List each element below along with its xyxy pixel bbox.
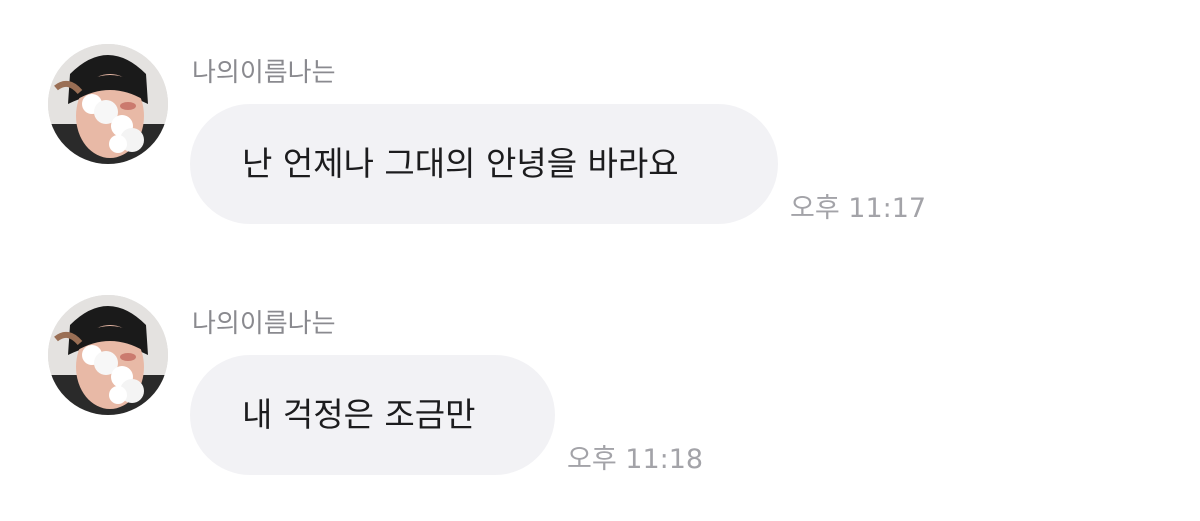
profile-photo-icon [48, 295, 168, 415]
sender-name: 나의이름나는 [192, 58, 336, 88]
message-bubble[interactable]: 난 언제나 그대의 안녕을 바라요 [190, 104, 778, 224]
avatar[interactable] [48, 295, 168, 415]
message-text: 내 걱정은 조금만 [242, 395, 476, 434]
message-text: 난 언제나 그대의 안녕을 바라요 [242, 144, 679, 183]
sender-name: 나의이름나는 [192, 309, 336, 339]
profile-photo-icon [48, 44, 168, 164]
message-timestamp: 오후 11:17 [790, 193, 927, 224]
message-timestamp: 오후 11:18 [567, 444, 704, 475]
avatar[interactable] [48, 44, 168, 164]
message-bubble[interactable]: 내 걱정은 조금만 [190, 355, 555, 475]
